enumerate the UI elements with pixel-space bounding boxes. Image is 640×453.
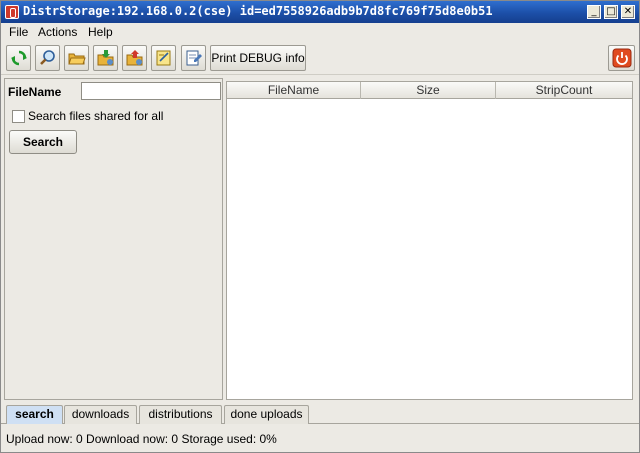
status-text: Upload now: 0 Download now: 0 Storage us… [6, 432, 277, 446]
minimize-button[interactable]: _ [587, 5, 601, 19]
title-bar[interactable]: DistrStorage:192.168.0.2(cse) id=ed75589… [1, 1, 639, 23]
filename-label: FileName [8, 85, 62, 99]
app-icon [5, 5, 19, 19]
close-button[interactable]: ✕ [621, 5, 635, 19]
tab-distributions[interactable]: distributions [139, 405, 222, 424]
download-button[interactable] [93, 45, 118, 71]
open-button[interactable] [64, 45, 89, 71]
menu-file[interactable]: File [9, 25, 28, 39]
notes-icon [156, 50, 171, 66]
refresh-button[interactable] [6, 45, 31, 71]
status-bar: Upload now: 0 Download now: 0 Storage us… [1, 425, 639, 452]
toolbar: Print DEBUG info [1, 43, 639, 75]
menu-actions[interactable]: Actions [38, 25, 77, 39]
tab-downloads[interactable]: downloads [64, 405, 137, 424]
menu-help[interactable]: Help [88, 25, 113, 39]
column-header-stripcount[interactable]: StripCount [496, 82, 632, 99]
search-panel: FileName Search files shared for all Sea… [4, 78, 223, 400]
column-header-filename[interactable]: FileName [227, 82, 361, 99]
column-header-size[interactable]: Size [361, 82, 496, 99]
notes-button[interactable] [151, 45, 176, 71]
edit-button[interactable] [181, 45, 206, 71]
search-button[interactable]: Search [9, 130, 77, 154]
upload-folder-icon [126, 50, 143, 66]
tab-search[interactable]: search [6, 405, 63, 424]
results-table[interactable]: FileName Size StripCount [226, 81, 633, 400]
power-icon [612, 48, 632, 68]
upload-button[interactable] [122, 45, 147, 71]
search-icon [40, 50, 55, 65]
maximize-button[interactable]: □ [604, 5, 618, 19]
tab-done-uploads[interactable]: done uploads [224, 405, 309, 424]
window-title: DistrStorage:192.168.0.2(cse) id=ed75589… [23, 4, 493, 18]
filename-input[interactable] [81, 82, 221, 100]
exit-button[interactable] [608, 45, 635, 71]
print-debug-button[interactable]: Print DEBUG info [210, 45, 306, 71]
menu-bar: File Actions Help [1, 23, 639, 41]
tab-bar: search downloads distributions done uplo… [1, 402, 639, 424]
open-folder-icon [68, 53, 86, 65]
shared-checkbox-label[interactable]: Search files shared for all [28, 109, 163, 123]
find-button[interactable] [35, 45, 60, 71]
document-edit-icon [186, 50, 202, 66]
download-folder-icon [97, 50, 114, 66]
refresh-icon [11, 50, 27, 66]
table-header: FileName Size StripCount [227, 82, 632, 99]
app-window: DistrStorage:192.168.0.2(cse) id=ed75589… [0, 0, 640, 453]
shared-checkbox[interactable] [12, 110, 25, 123]
